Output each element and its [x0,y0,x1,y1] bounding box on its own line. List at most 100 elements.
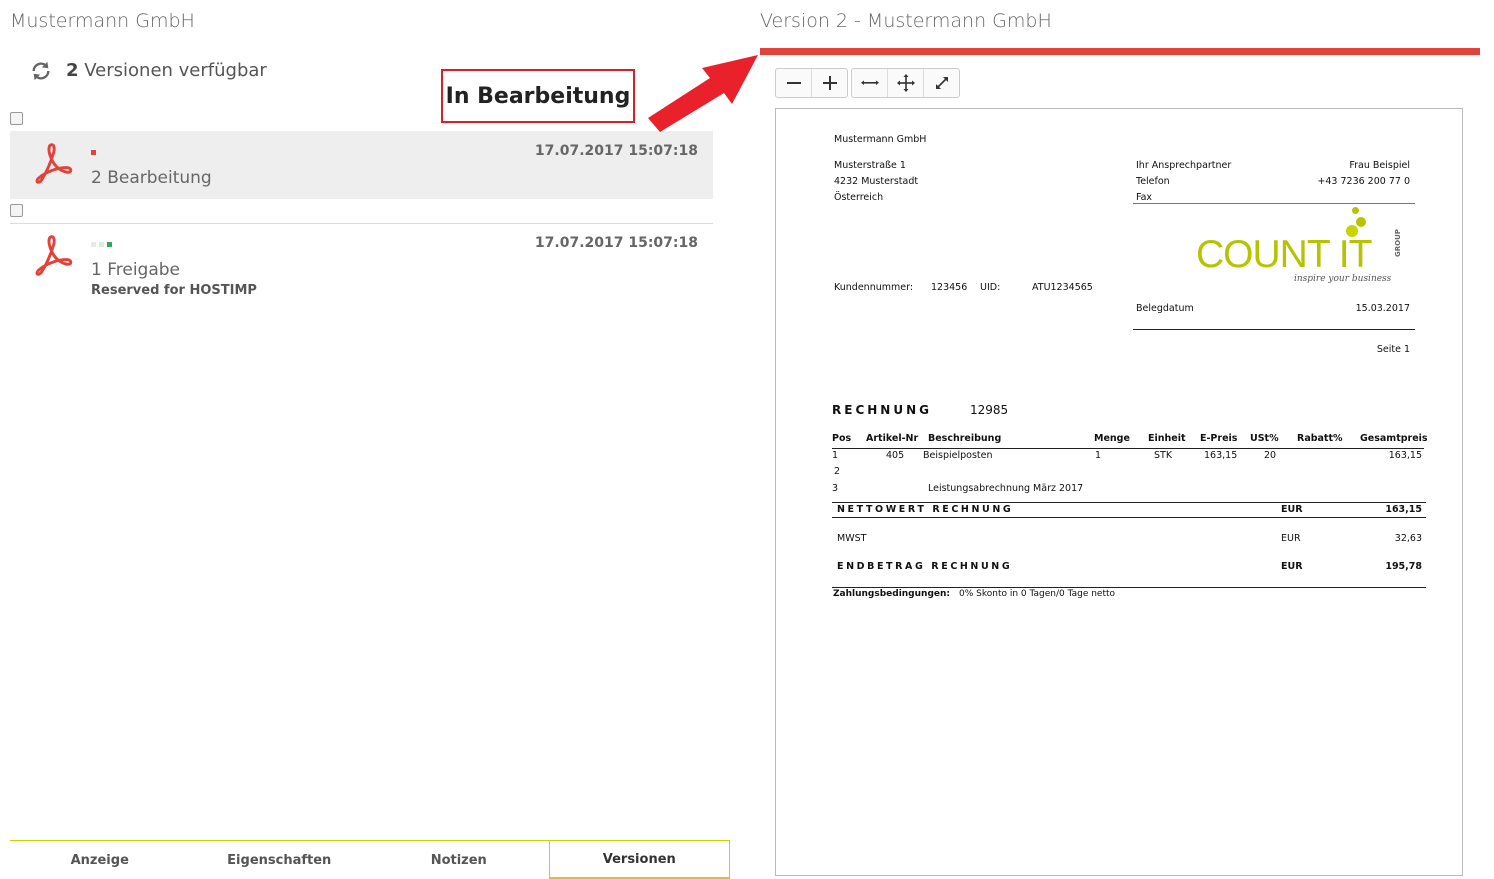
status-dot [91,242,96,247]
plus-icon [822,76,837,90]
logo-group: GROUP [1394,229,1402,257]
doc-net-label: NETTOWERT RECHNUNG [837,504,1014,515]
doc-street: Musterstraße 1 [834,160,906,171]
doc-net-value: 163,15 [1385,504,1422,515]
doc-contact-label: Ihr Ansprechpartner [1136,160,1232,171]
doc-col-discount: Rabatt% [1297,433,1343,444]
doc-col-price: E-Preis [1200,433,1238,444]
annotation-arrow [648,55,758,132]
doc-total-label: ENDBETRAG RECHNUNG [837,561,1013,572]
tab-versionen[interactable]: Versionen [548,840,730,879]
document-preview[interactable]: Mustermann GmbH Musterstraße 1 4232 Must… [775,108,1463,876]
doc-col-article: Artikel-Nr [866,433,919,444]
zoom-group [775,68,848,98]
doc-row-description: Leistungsabrechnung März 2017 [928,483,1084,494]
doc-col-pos: Pos [832,433,852,444]
doc-line [1133,329,1415,330]
doc-uid-value: ATU1234565 [1032,282,1093,293]
doc-customer-label: Kundennummer: [834,282,914,293]
version-checkbox[interactable] [10,204,23,217]
tab-eigenschaften[interactable]: Eigenschaften [190,841,370,879]
doc-row-pos: 3 [832,483,839,494]
doc-city: 4232 Musterstadt [834,176,919,187]
doc-invoice-number: 12985 [970,403,1009,417]
logo-tagline: inspire your business [1294,274,1392,284]
count-it-logo: COUNT IT GROUP inspire your business [1196,207,1416,297]
doc-row-description: Beispielposten [923,450,993,461]
version-label: 1 Freigabe [91,260,181,280]
version-item[interactable]: 17.07.2017 15:07:18 1 Freigabe Reserved … [10,223,713,298]
doc-row-unit: STK [1154,450,1173,461]
left-panel-title: Mustermann GmbH [10,10,195,32]
doc-vat-value: 32,63 [1394,533,1422,544]
doc-col-total: Gesamtpreis [1360,433,1428,444]
doc-line [832,448,1424,449]
doc-col-qty: Menge [1094,433,1130,444]
move-icon [896,74,915,92]
doc-row-vat: 20 [1264,450,1277,461]
doc-fax-label: Fax [1136,192,1153,203]
pdf-icon [35,143,73,184]
doc-phone-label: Telefon [1136,176,1170,187]
logo-dot [1356,217,1366,227]
doc-phone-value: +43 7236 200 77 0 [1317,176,1410,187]
preview-title: Version 2 - Mustermann GmbH [760,10,1052,32]
tab-notizen[interactable]: Notizen [369,841,549,879]
tab-anzeige[interactable]: Anzeige [10,841,190,879]
version-label: 2 Bearbeitung [91,168,212,188]
refresh-icon[interactable] [30,60,52,82]
versions-count: 2 [66,60,79,81]
doc-vat-label: MWST [837,533,867,544]
doc-line [832,587,1426,588]
viewer-toolbar [775,68,963,98]
doc-date-value: 15.03.2017 [1355,303,1410,314]
zoom-out-button[interactable] [776,69,812,97]
doc-col-vat: USt% [1250,433,1279,444]
pdf-icon [35,235,73,276]
doc-uid-label: UID: [980,282,1001,293]
doc-contact-value: Frau Beispiel [1349,160,1410,171]
doc-country: Österreich [834,192,884,203]
doc-customer-value: 123456 [931,282,968,293]
doc-company: Mustermann GmbH [834,134,927,145]
versions-available: 2 Versionen verfügbar [66,60,267,81]
fit-width-button[interactable] [852,69,888,97]
doc-row-qty: 1 [1095,450,1102,461]
version-reserved-note: Reserved for HOSTIMP [91,283,257,298]
doc-line [1133,203,1415,204]
doc-total-currency: EUR [1281,561,1303,572]
minus-icon [786,82,801,84]
fit-width-icon [860,80,879,85]
doc-terms-value: 0% Skonto in 0 Tagen/0 Tage netto [959,589,1116,599]
doc-row-article: 405 [886,450,905,461]
doc-col-unit: Einheit [1148,433,1186,444]
view-group [851,68,960,98]
doc-row-price: 163,15 [1204,450,1238,461]
versions-text: Versionen verfügbar [78,60,267,81]
expand-icon [935,77,948,89]
status-bar [760,48,1480,55]
version-item-selected[interactable]: 17.07.2017 15:07:18 2 Bearbeitung [10,131,713,199]
doc-line [832,502,1426,503]
status-dot [99,242,104,247]
doc-invoice-label: RECHNUNG [832,403,932,417]
move-button[interactable] [888,69,924,97]
zoom-in-button[interactable] [812,69,847,97]
doc-net-currency: EUR [1281,504,1303,515]
bottom-tabs: Anzeige Eigenschaften Notizen Versionen [10,840,730,879]
annotation-label: In Bearbeitung [441,69,635,123]
doc-col-description: Beschreibung [928,433,1002,444]
doc-terms-label: Zahlungsbedingungen: [833,589,950,599]
doc-row-total: 163,15 [1388,450,1422,461]
doc-row-pos: 2 [834,466,841,477]
version-checkbox[interactable] [10,112,23,125]
doc-date-label: Belegdatum [1136,303,1194,314]
fullscreen-button[interactable] [924,69,959,97]
doc-row-pos: 1 [832,450,839,461]
version-date: 17.07.2017 15:07:18 [534,143,698,159]
status-dot [91,150,96,155]
doc-total-value: 195,78 [1385,561,1422,572]
doc-page: Seite 1 [1376,344,1410,355]
doc-line [832,517,1426,518]
logo-dot [1352,207,1359,214]
